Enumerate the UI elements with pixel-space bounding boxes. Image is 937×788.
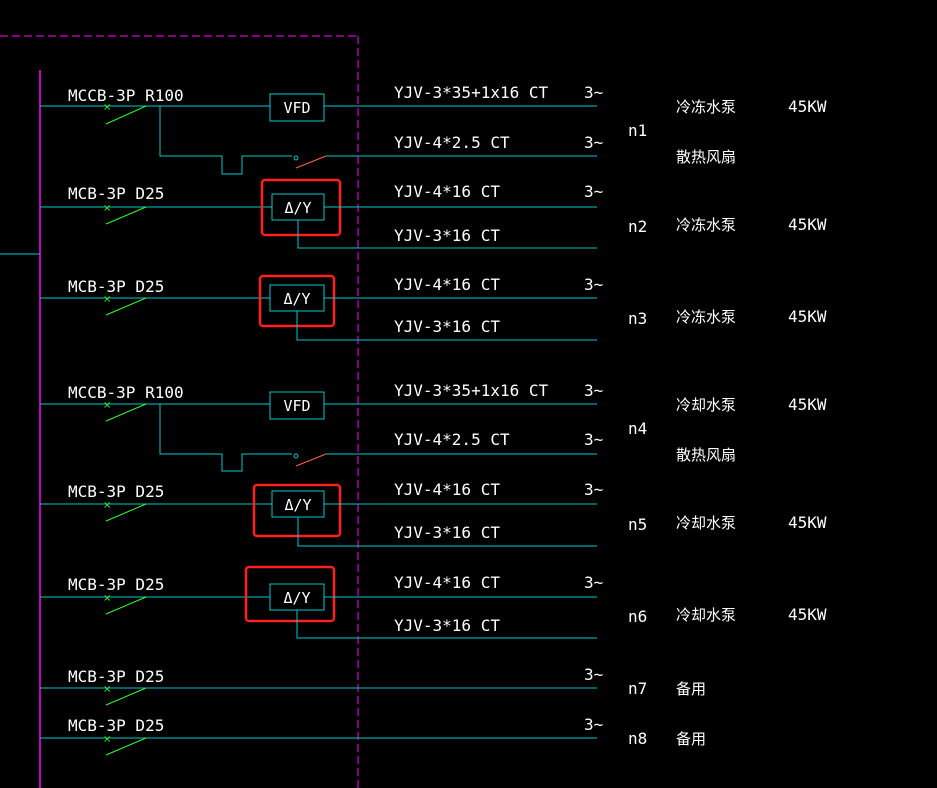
load-name: 冷冻水泵 (676, 308, 736, 326)
cable-spec: YJV-4*16 CT (394, 182, 500, 201)
phase-label: 3~ (584, 381, 603, 400)
breaker-contact (105, 687, 147, 706)
breaker-label: MCCB-3P R100 (68, 86, 184, 105)
load-name: 冷却水泵 (676, 606, 736, 624)
schematic-canvas: × MCCB-3P R100 VFD YJV-3*35+1x16 CT 3~ Y… (0, 35, 827, 788)
circuit-number: n6 (628, 607, 647, 626)
aux-switch (295, 155, 327, 169)
load-name: 冷却水泵 (676, 396, 736, 414)
phase-label: 3~ (584, 83, 603, 102)
load-name: 备用 (676, 680, 706, 698)
circuit-number: n3 (628, 309, 647, 328)
breaker-trip-mark: × (103, 593, 111, 604)
circuit-1: × MCCB-3P R100 VFD YJV-3*35+1x16 CT 3~ Y… (40, 83, 827, 175)
load-power: 45KW (788, 307, 827, 326)
phase-label: 3~ (584, 573, 603, 592)
load-name: 冷冻水泵 (676, 216, 736, 234)
cable-spec: YJV-3*16 CT (394, 616, 500, 635)
breaker-contact (105, 503, 147, 522)
device-label: Δ/Y (283, 290, 310, 308)
circuit-number: n8 (628, 729, 647, 748)
device-label: VFD (283, 397, 310, 415)
phase-label: 3~ (584, 430, 603, 449)
breaker-contact (105, 206, 147, 225)
load-power: 45KW (788, 395, 827, 414)
breaker-label: MCB-3P D25 (68, 667, 164, 686)
circuit-number: n4 (628, 419, 647, 438)
circuit-8: × MCB-3P D25 3~ n8 备用 (40, 715, 706, 756)
phase-label: 3~ (584, 182, 603, 201)
breaker-label: MCB-3P D25 (68, 277, 164, 296)
device-label: Δ/Y (284, 199, 311, 217)
cable-spec: YJV-4*16 CT (394, 275, 500, 294)
circuit-5: × MCB-3P D25 Δ/Y YJV-4*16 CT 3~ YJV-3*16… (40, 480, 827, 547)
load-power: 45KW (788, 513, 827, 532)
load-name: 备用 (676, 730, 706, 748)
circuit-number: n5 (628, 515, 647, 534)
load-power: 45KW (788, 97, 827, 116)
breaker-label: MCB-3P D25 (68, 482, 164, 501)
circuit-4: × MCCB-3P R100 VFD YJV-3*35+1x16 CT 3~ Y… (40, 381, 827, 472)
load-name: 冷冻水泵 (676, 98, 736, 116)
device-label: VFD (283, 99, 310, 117)
breaker-contact (105, 403, 147, 422)
cable-spec: YJV-4*16 CT (394, 573, 500, 592)
phase-label: 3~ (584, 275, 603, 294)
circuit-6: × MCB-3P D25 Δ/Y YJV-4*16 CT 3~ YJV-3*16… (40, 565, 827, 639)
cable-spec: YJV-4*2.5 CT (394, 430, 510, 449)
load-name: 冷却水泵 (676, 514, 736, 532)
load-power: 45KW (788, 605, 827, 624)
breaker-trip-mark: × (103, 734, 111, 745)
circuit-number: n1 (628, 121, 647, 140)
phase-label: 3~ (584, 480, 603, 499)
aux-wire (159, 404, 292, 472)
cable-spec: YJV-3*16 CT (394, 523, 500, 542)
circuit-2: × MCB-3P D25 Δ/Y YJV-4*16 CT 3~ YJV-3*16… (40, 178, 827, 249)
breaker-contact (105, 596, 147, 615)
breaker-label: MCCB-3P R100 (68, 383, 184, 402)
cable-spec: YJV-3*35+1x16 CT (394, 381, 548, 400)
device-label: Δ/Y (284, 496, 311, 514)
cable-spec: YJV-4*16 CT (394, 480, 500, 499)
circuit-number: n7 (628, 679, 647, 698)
circuit-7: × MCB-3P D25 3~ n7 备用 (40, 665, 706, 706)
breaker-label: MCB-3P D25 (68, 575, 164, 594)
cable-spec: YJV-3*35+1x16 CT (394, 83, 548, 102)
phase-label: 3~ (584, 133, 603, 152)
circuit-number: n2 (628, 217, 647, 236)
device-label: Δ/Y (283, 589, 310, 607)
breaker-label: MCB-3P D25 (68, 184, 164, 203)
breaker-trip-mark: × (103, 500, 111, 511)
load-power: 45KW (788, 215, 827, 234)
aux-wire (159, 106, 292, 175)
breaker-contact (105, 737, 147, 756)
cable-spec: YJV-3*16 CT (394, 226, 500, 245)
cable-spec: YJV-4*2.5 CT (394, 133, 510, 152)
breaker-trip-mark: × (103, 203, 111, 214)
aux-switch (295, 453, 327, 467)
cable-spec: YJV-3*16 CT (394, 317, 500, 336)
aux-switch-pivot (293, 155, 299, 161)
phase-label: 3~ (584, 715, 603, 734)
circuit-3: × MCB-3P D25 Δ/Y YJV-4*16 CT 3~ YJV-3*16… (40, 274, 827, 341)
breaker-label: MCB-3P D25 (68, 716, 164, 735)
breaker-contact (105, 297, 147, 316)
load-name: 散热风扇 (676, 148, 736, 166)
phase-label: 3~ (584, 665, 603, 684)
breaker-contact (105, 105, 147, 125)
load-name: 散热风扇 (676, 446, 736, 464)
aux-switch-pivot (293, 453, 299, 459)
